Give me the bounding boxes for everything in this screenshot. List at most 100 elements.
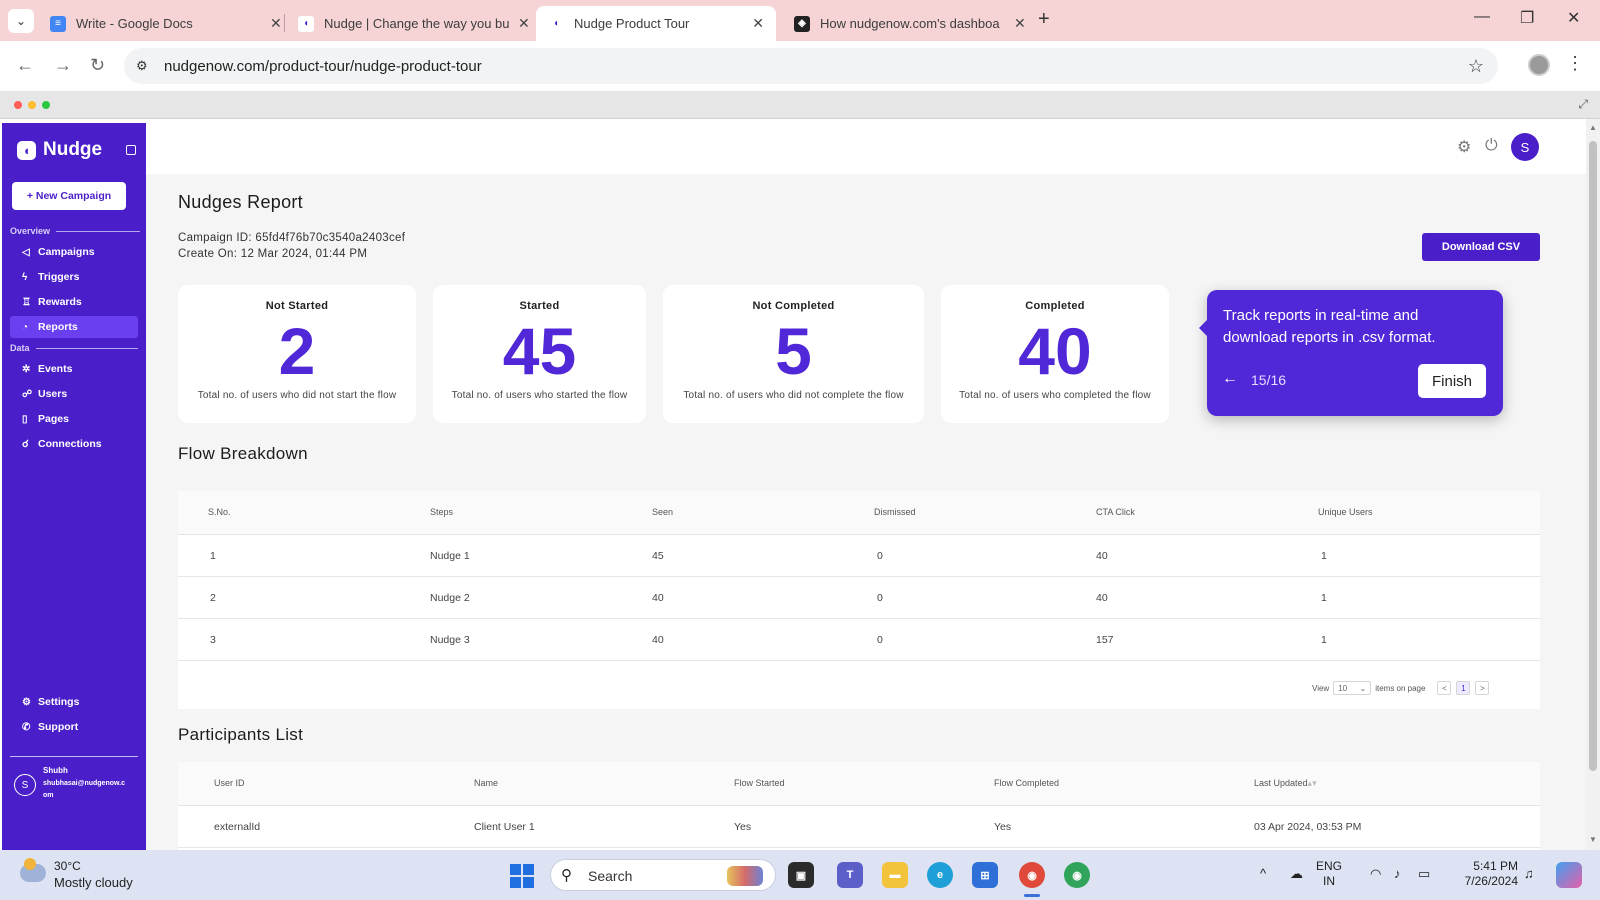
close-icon[interactable]: ✕ <box>752 15 764 32</box>
items-per-page-select[interactable]: 10 ⌄ <box>1333 681 1372 695</box>
column-header[interactable]: Flow Started <box>734 778 785 788</box>
page-scrollbar[interactable]: ▲ ▼ <box>1586 119 1600 850</box>
task-view-icon[interactable]: ▣ <box>788 862 814 888</box>
input-language[interactable]: ENG IN <box>1316 859 1342 889</box>
gear-icon: ⚙ <box>22 696 31 708</box>
chevron-up-icon[interactable]: ^ <box>1260 866 1266 881</box>
window-close-button[interactable]: ✕ <box>1567 8 1580 28</box>
sidebar-item-campaigns[interactable]: ◁ Campaigns <box>10 241 138 263</box>
windows-start-icon[interactable] <box>510 864 534 888</box>
tab-nudge-home[interactable]: ◖ Nudge | Change the way you bu ✕ <box>286 6 542 41</box>
column-header[interactable]: Flow Completed <box>994 778 1059 788</box>
file-explorer-icon[interactable]: ▬ <box>882 862 908 888</box>
sidebar-item-pages[interactable]: ▯ Pages <box>10 408 138 430</box>
page-1-button[interactable]: 1 <box>1456 681 1471 695</box>
wifi-icon[interactable]: ◠ <box>1370 866 1381 882</box>
sidebar-item-triggers[interactable]: ϟ Triggers <box>10 266 138 288</box>
frame-zoom-dot <box>42 101 50 109</box>
sidebar-item-rewards[interactable]: ♖ Rewards <box>10 291 138 313</box>
column-header-last-updated[interactable]: Last Updated▴▾ <box>1254 778 1317 789</box>
chrome-icon[interactable]: ◉ <box>1019 862 1045 888</box>
teams-icon[interactable]: T <box>837 862 863 888</box>
gear-icon[interactable]: ⚙ <box>1457 137 1471 157</box>
finish-button[interactable]: Finish <box>1418 364 1486 398</box>
avatar[interactable]: S <box>1511 133 1539 161</box>
battery-icon[interactable]: ▭ <box>1418 866 1430 882</box>
prev-page-button[interactable]: < <box>1437 681 1452 695</box>
chrome-profile-icon[interactable]: ◉ <box>1064 862 1090 888</box>
column-header[interactable]: Dismissed <box>874 507 916 517</box>
sidebar-item-connections[interactable]: ☌ Connections <box>10 433 138 455</box>
nudge-favicon-icon: ◖ <box>298 15 314 32</box>
tab-google-docs[interactable]: ≡ Write - Google Docs ✕ <box>38 6 294 41</box>
page-title: Nudges Report <box>178 192 303 212</box>
back-arrow-icon[interactable]: ← <box>1222 370 1238 388</box>
sidebar-item-events[interactable]: ✲ Events <box>10 358 138 380</box>
table-row: 2 Nudge 2 40 0 40 1 <box>178 577 1540 619</box>
volume-icon[interactable]: ♪ <box>1394 866 1401 881</box>
url-text[interactable]: nudgenow.com/product-tour/nudge-product-… <box>164 58 482 75</box>
weather-description[interactable]: Mostly cloudy <box>54 875 133 890</box>
close-icon[interactable]: ✕ <box>1014 15 1026 32</box>
stat-label: Not Completed <box>752 300 835 312</box>
column-header[interactable]: Seen <box>652 507 673 517</box>
main-content: ⚙ ⏻ S Nudges Report Campaign ID: 65fd4f7… <box>146 119 1586 850</box>
forward-arrow-icon[interactable]: → <box>54 55 72 76</box>
copilot-icon[interactable] <box>1556 862 1582 888</box>
stat-label: Started <box>519 300 560 312</box>
sidebar-user[interactable]: S Shubh shubhasai@nudgenow.com <box>14 766 129 802</box>
weather-temperature[interactable]: 30°C <box>54 859 81 873</box>
brand[interactable]: ◖ Nudge <box>17 139 102 161</box>
product-tour-tooltip: Track reports in real-time and download … <box>1199 290 1503 416</box>
column-header[interactable]: S.No. <box>208 507 231 517</box>
lightning-icon: ϟ <box>22 271 28 283</box>
notification-bell-icon[interactable]: ♫ <box>1524 866 1534 881</box>
column-header[interactable]: Name <box>474 778 498 788</box>
column-header[interactable]: User ID <box>214 778 245 788</box>
restore-button[interactable]: ❐ <box>1520 8 1534 28</box>
search-icon: ⚲ <box>561 867 572 884</box>
sidebar-item-reports[interactable]: ◔ Reports <box>10 316 138 338</box>
column-header[interactable]: CTA Click <box>1096 507 1135 517</box>
browser-menu-icon[interactable]: ⋮ <box>1566 53 1584 74</box>
sidebar-item-support[interactable]: ✆ Support <box>10 716 138 738</box>
pager-items-label: items on page <box>1375 683 1426 693</box>
browser-profile-avatar[interactable] <box>1528 54 1550 76</box>
active-app-indicator <box>1024 894 1040 897</box>
tab-nudgenow-dashboard[interactable]: ◈ How nudgenow.com's dashboa ✕ <box>782 6 1038 41</box>
sidebar-item-settings[interactable]: ⚙ Settings <box>10 691 138 713</box>
new-tab-button[interactable]: + <box>1038 8 1050 31</box>
close-icon[interactable]: ✕ <box>518 15 530 32</box>
omnibox[interactable]: ⚙ nudgenow.com/product-tour/nudge-produc… <box>124 48 1498 84</box>
power-icon[interactable]: ⏻ <box>1485 137 1498 155</box>
taskbar-search-box[interactable]: ⚲ Search <box>550 859 776 891</box>
microsoft-store-icon[interactable]: ⊞ <box>972 862 998 888</box>
column-header[interactable]: Steps <box>430 507 453 517</box>
close-icon[interactable]: ✕ <box>270 15 282 32</box>
plus-icon: + <box>1038 8 1050 30</box>
scrollbar-thumb[interactable] <box>1589 141 1597 771</box>
weather-cloud-icon[interactable] <box>20 858 46 882</box>
tab-nudge-product-tour[interactable]: ◖ Nudge Product Tour ✕ <box>536 6 776 41</box>
edge-icon[interactable]: e <box>927 862 953 888</box>
tab-search-button[interactable]: ⌄ <box>8 9 34 33</box>
scroll-down-icon[interactable]: ▼ <box>1589 835 1597 844</box>
expand-icon[interactable]: ⤢ <box>1578 97 1588 112</box>
tooltip-text: Track reports in real-time and download … <box>1223 307 1436 346</box>
reload-icon[interactable]: ↻ <box>90 55 105 76</box>
system-clock[interactable]: 5:41 PM 7/26/2024 <box>1458 859 1518 889</box>
site-favicon-icon: ◈ <box>794 15 810 32</box>
minimize-button[interactable]: — <box>1474 8 1490 26</box>
download-csv-button[interactable]: Download CSV <box>1422 233 1540 261</box>
sidebar-item-users[interactable]: ☍ Users <box>10 383 138 405</box>
stat-label: Completed <box>1025 300 1085 312</box>
site-settings-icon[interactable]: ⚙ <box>136 58 154 74</box>
column-header[interactable]: Unique Users <box>1318 507 1373 517</box>
sidebar-collapse-icon[interactable] <box>126 145 136 155</box>
next-page-button[interactable]: > <box>1475 681 1490 695</box>
onedrive-cloud-icon[interactable]: ☁ <box>1290 866 1303 882</box>
scroll-up-icon[interactable]: ▲ <box>1589 123 1597 132</box>
back-arrow-icon[interactable]: ← <box>16 55 34 76</box>
bookmark-star-icon[interactable]: ☆ <box>1468 56 1484 77</box>
new-campaign-button[interactable]: + New Campaign <box>12 182 126 210</box>
